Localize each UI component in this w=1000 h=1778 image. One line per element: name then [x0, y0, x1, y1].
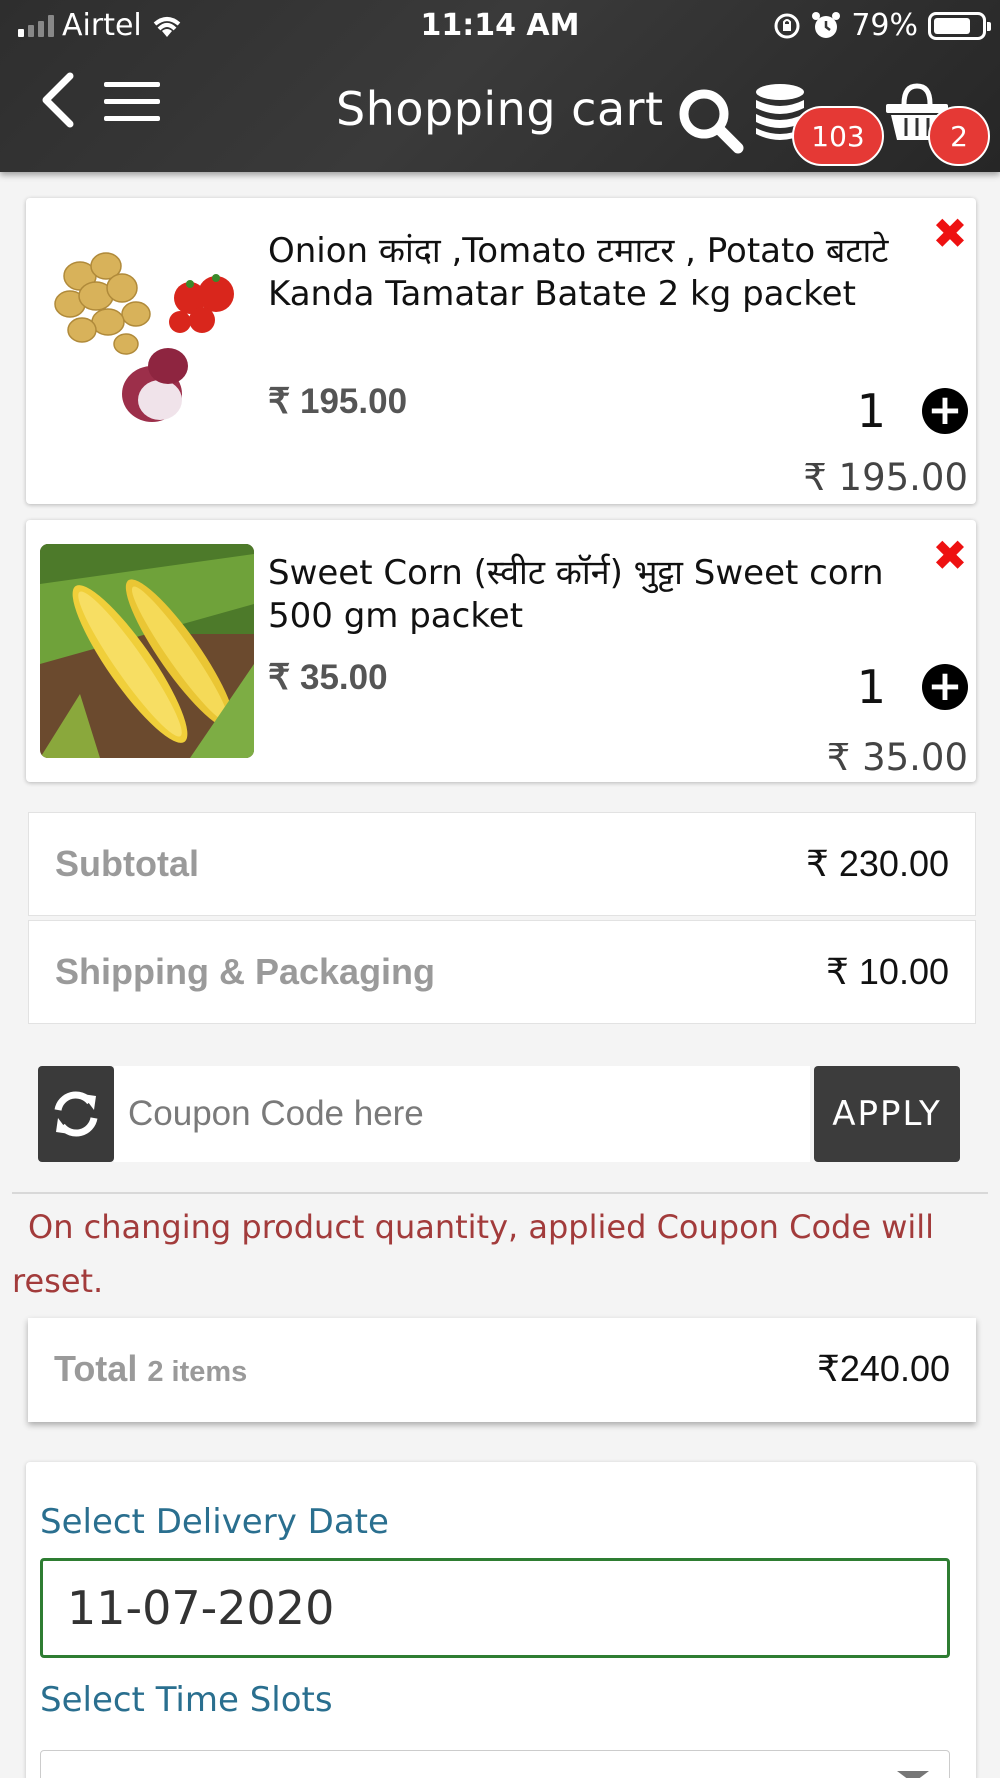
wallet-count-badge: 103 — [792, 106, 884, 166]
subtotal-row: Subtotal ₹ 230.00 — [28, 812, 976, 916]
dropdown-caret-icon — [897, 1771, 929, 1778]
total-row: Total 2 items ₹240.00 — [28, 1318, 976, 1422]
search-button[interactable] — [676, 86, 744, 154]
apply-coupon-button[interactable]: APPLY — [814, 1066, 960, 1162]
menu-icon — [104, 82, 160, 87]
battery-percent: 79% — [851, 8, 918, 43]
total-label: Total — [54, 1348, 138, 1389]
line-total: ₹ 195.00 — [803, 456, 968, 499]
back-arrow-icon — [42, 72, 74, 128]
increase-quantity-button[interactable]: + — [922, 664, 968, 710]
close-icon: ✖ — [932, 209, 968, 258]
delivery-section: Select Delivery Date Select Time Slots — [26, 1462, 976, 1778]
search-icon — [679, 89, 744, 154]
subtotal-label: Subtotal — [55, 843, 199, 884]
time-slot-select[interactable] — [40, 1750, 950, 1778]
rotation-lock-icon — [774, 13, 800, 38]
coupon-code-input[interactable] — [114, 1066, 810, 1162]
increase-quantity-button[interactable]: + — [922, 388, 968, 434]
quantity-value: 1 — [856, 384, 886, 438]
menu-button[interactable] — [104, 82, 160, 124]
divider — [12, 1192, 988, 1194]
status-bar: Airtel 11:14 AM 79% — [0, 0, 1000, 52]
product-name: Onion कांदा ,Tomato टमाटर , Potato बटाटे… — [268, 231, 889, 314]
vegetables-image — [54, 252, 234, 422]
delivery-date-field[interactable] — [40, 1558, 950, 1658]
product-price: ₹ 195.00 — [268, 382, 408, 421]
plus-icon: + — [927, 661, 963, 710]
coupon-reset-button[interactable] — [38, 1066, 114, 1162]
battery-icon — [928, 11, 991, 40]
shipping-label: Shipping & Packaging — [55, 951, 436, 992]
product-image-vegetables — [40, 226, 254, 440]
status-right: 79% — [773, 8, 991, 43]
refresh-icon — [54, 1091, 98, 1137]
coupon-reset-note: On changing product quantity, applied Co… — [12, 1208, 935, 1300]
product-image-corn — [40, 544, 254, 758]
subtotal-value: ₹ 230.00 — [805, 843, 949, 884]
line-total: ₹ 35.00 — [826, 736, 968, 779]
cart-count-badge: 2 — [928, 106, 990, 166]
product-price: ₹ 35.00 — [268, 658, 388, 697]
product-name: Sweet Corn (स्वीट कॉर्न) भुट्टा Sweet co… — [268, 553, 884, 636]
quantity-value: 1 — [856, 660, 886, 714]
cart-item-card: Onion कांदा ,Tomato टमाटर , Potato बटाटे… — [26, 198, 976, 504]
remove-item-button[interactable]: ✖ — [932, 213, 968, 255]
page-title: Shopping cart — [336, 82, 664, 136]
delivery-date-label: Select Delivery Date — [40, 1502, 389, 1542]
total-value: ₹240.00 — [816, 1348, 950, 1389]
total-items-count: 2 items — [147, 1356, 248, 1388]
close-icon: ✖ — [932, 531, 968, 580]
cart-item-card: Sweet Corn (स्वीट कॉर्न) भुट्टा Sweet co… — [26, 520, 976, 782]
shipping-row: Shipping & Packaging ₹ 10.00 — [28, 920, 976, 1024]
corn-image — [40, 544, 254, 758]
plus-icon: + — [927, 385, 963, 434]
remove-item-button[interactable]: ✖ — [932, 535, 968, 577]
total-label-group: Total 2 items — [54, 1348, 247, 1390]
alarm-icon — [812, 11, 841, 38]
shipping-value: ₹ 10.00 — [826, 951, 949, 992]
back-button[interactable] — [38, 70, 78, 130]
time-slot-label: Select Time Slots — [40, 1680, 333, 1720]
